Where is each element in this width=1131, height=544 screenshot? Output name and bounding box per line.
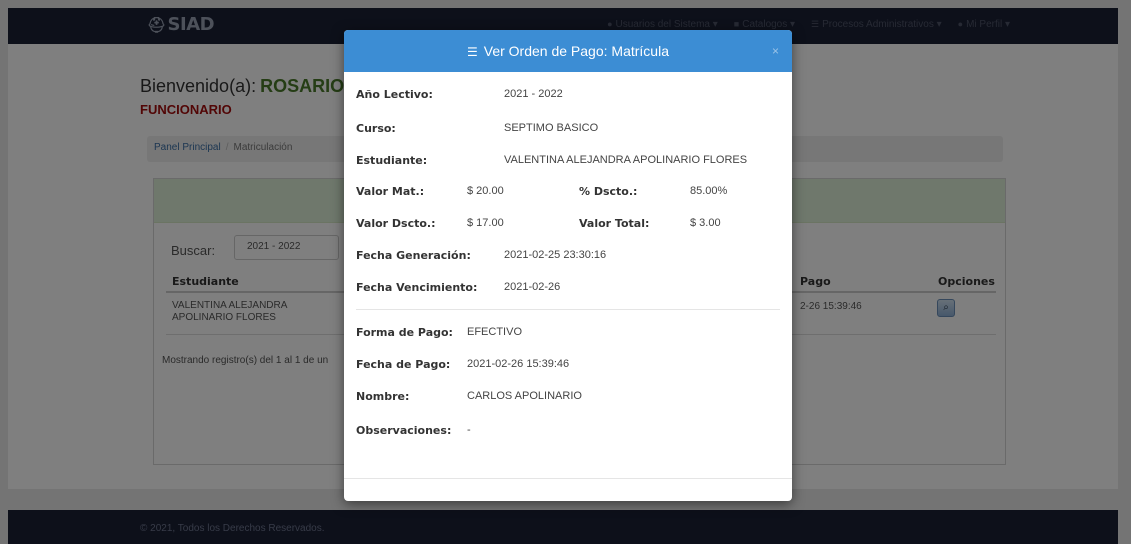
modal-footer-divider	[344, 478, 792, 479]
value-anio-lectivo: 2021 - 2022	[504, 88, 563, 100]
value-fecha-generacion: 2021-02-25 23:30:16	[504, 249, 607, 261]
modal-title: Ver Orden de Pago: Matrícula	[483, 43, 669, 59]
close-button[interactable]: ×	[772, 30, 779, 72]
label-curso: Curso:	[356, 122, 396, 135]
payment-order-modal: ☰ Ver Orden de Pago: Matrícula × Año Lect…	[344, 30, 792, 501]
modal-header: ☰ Ver Orden de Pago: Matrícula ×	[344, 30, 792, 72]
value-valor-dscto: $ 17.00	[467, 217, 504, 229]
label-fecha-pago: Fecha de Pago:	[356, 358, 451, 371]
value-estudiante: VALENTINA ALEJANDRA APOLINARIO FLORES	[504, 154, 748, 166]
value-valor-mat: $ 20.00	[467, 185, 504, 197]
label-anio-lectivo: Año Lectivo:	[356, 88, 433, 101]
label-fecha-generacion: Fecha Generación:	[356, 249, 471, 262]
section-divider	[356, 309, 780, 310]
label-valor-total: Valor Total:	[579, 217, 650, 230]
value-forma-pago: EFECTIVO	[467, 326, 523, 338]
label-nombre: Nombre:	[356, 390, 410, 403]
value-pct-dscto: 85.00%	[690, 185, 728, 197]
value-observaciones: -	[467, 424, 471, 436]
label-forma-pago: Forma de Pago:	[356, 326, 453, 339]
value-nombre: CARLOS APOLINARIO	[467, 390, 582, 402]
label-observaciones: Observaciones:	[356, 424, 452, 437]
label-valor-dscto: Valor Dscto.:	[356, 217, 436, 230]
server-icon: ☰	[467, 45, 478, 59]
value-valor-total: $ 3.00	[690, 217, 721, 229]
label-estudiante: Estudiante:	[356, 154, 428, 167]
modal-body: Año Lectivo: 2021 - 2022 Curso: SEPTIMO …	[344, 72, 792, 480]
value-fecha-pago: 2021-02-26 15:39:46	[467, 358, 570, 370]
value-curso: SEPTIMO BASICO	[504, 122, 599, 134]
label-pct-dscto: % Dscto.:	[579, 185, 638, 198]
value-fecha-vencimiento: 2021-02-26	[504, 281, 561, 293]
label-fecha-vencimiento: Fecha Vencimiento:	[356, 281, 478, 294]
label-valor-mat: Valor Mat.:	[356, 185, 425, 198]
